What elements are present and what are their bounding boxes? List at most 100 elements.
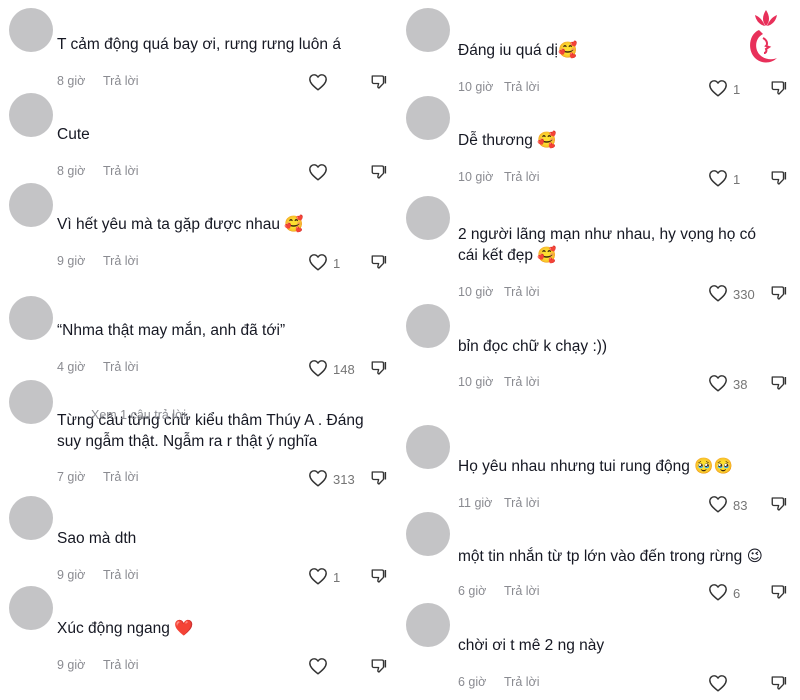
comment-text: chời ơi t mê 2 ng này [458, 637, 605, 654]
emoji: ❤️ [174, 619, 194, 637]
like-button[interactable]: 313 [308, 469, 355, 490]
like-button[interactable] [308, 657, 328, 678]
like-button[interactable]: 1 [308, 567, 340, 588]
avatar[interactable] [9, 496, 53, 540]
heart-outline-icon [308, 73, 328, 94]
comment-meta: 9 giờ Trả lời [57, 658, 139, 672]
emoji: 🥰 [284, 215, 304, 233]
heart-outline-icon [308, 359, 328, 380]
timestamp: 10 giờ [458, 375, 494, 389]
like-count: 1 [733, 172, 741, 187]
avatar[interactable] [406, 603, 450, 647]
like-count: 6 [733, 586, 741, 601]
reply-button[interactable]: Trả lời [504, 496, 540, 510]
comment-meta: 9 giờ Trả lời [57, 254, 139, 268]
like-count: 38 [733, 377, 748, 392]
comment-column-left: T cảm động quá bay ơi, rưng rưng luôn á 8… [0, 0, 400, 700]
like-button[interactable]: 1 [708, 79, 740, 100]
like-button[interactable]: 1 [708, 169, 740, 190]
thumbs-down-outline-icon[interactable] [770, 374, 788, 392]
avatar[interactable] [9, 380, 53, 424]
like-button[interactable]: 38 [708, 374, 747, 395]
heart-outline-icon [708, 284, 728, 305]
like-button[interactable]: 148 [308, 359, 355, 380]
comment-text: “Nhma thật may mắn, anh đã tới” [57, 322, 286, 339]
timestamp: 10 giờ [458, 285, 494, 299]
avatar[interactable] [406, 196, 450, 240]
thumbs-down-outline-icon[interactable] [770, 169, 788, 187]
avatar[interactable] [406, 8, 450, 52]
comment-text: Xúc động ngang ❤️ [57, 619, 194, 637]
comment-text: một tin nhắn từ tp lớn vào đến trong rừn… [458, 547, 763, 565]
reply-button[interactable]: Trả lời [103, 360, 139, 374]
reply-button[interactable]: Trả lời [504, 375, 540, 389]
avatar[interactable] [406, 96, 450, 140]
comment-text: Cute [57, 126, 90, 143]
comment-text: Dễ thương 🥰 [458, 131, 557, 149]
heart-outline-icon [308, 469, 328, 490]
like-button[interactable] [308, 163, 328, 184]
like-button[interactable] [708, 674, 728, 695]
thumbs-down-outline-icon[interactable] [370, 657, 388, 675]
avatar[interactable] [9, 8, 53, 52]
like-button[interactable]: 6 [708, 583, 740, 604]
comment-meta: 11 giờ Trả lời [458, 496, 540, 510]
thumbs-down-outline-icon[interactable] [370, 163, 388, 181]
thumbs-down-outline-icon[interactable] [770, 583, 788, 601]
thumbs-down-outline-icon[interactable] [370, 253, 388, 271]
heart-outline-icon [708, 495, 728, 516]
thumbs-down-outline-icon[interactable] [370, 359, 388, 377]
reply-button[interactable]: Trả lời [103, 164, 139, 178]
comment-text: 2 người lãng mạn như nhau, hy vọng họ có… [458, 226, 757, 264]
timestamp: 6 giờ [458, 584, 487, 598]
like-count: 1 [333, 570, 341, 585]
heart-outline-icon [708, 583, 728, 604]
reply-button[interactable]: Trả lời [103, 568, 139, 582]
timestamp: 8 giờ [57, 74, 86, 88]
reply-button[interactable]: Trả lời [504, 170, 540, 184]
comment-meta: 6 giờ Trả lời [458, 584, 540, 598]
reply-button[interactable]: Trả lời [504, 675, 540, 689]
heart-outline-icon [708, 374, 728, 395]
avatar[interactable] [9, 183, 53, 227]
thumbs-down-outline-icon[interactable] [770, 674, 788, 692]
comment-meta: 10 giờ Trả lời [458, 170, 540, 184]
avatar[interactable] [9, 586, 53, 630]
avatar[interactable] [406, 425, 450, 469]
like-button[interactable] [308, 73, 328, 94]
emoji: 🥰 [537, 131, 557, 149]
avatar[interactable] [9, 93, 53, 137]
reply-button[interactable]: Trả lời [103, 74, 139, 88]
comment-text: Vì hết yêu mà ta gặp được nhau 🥰 [57, 215, 304, 233]
like-button[interactable]: 83 [708, 495, 747, 516]
timestamp: 10 giờ [458, 80, 494, 94]
thumbs-down-outline-icon[interactable] [370, 469, 388, 487]
reply-button[interactable]: Trả lời [103, 254, 139, 268]
reply-button[interactable]: Trả lời [504, 80, 540, 94]
thumbs-down-outline-icon[interactable] [370, 567, 388, 585]
view-replies-link[interactable]: Xem 1 câu trả lời [91, 408, 186, 422]
thumbs-down-outline-icon[interactable] [770, 284, 788, 302]
comment-meta: 9 giờ Trả lời [57, 568, 139, 582]
thumbs-down-outline-icon[interactable] [770, 79, 788, 97]
comment-text: Đáng iu quá dị🥰 [458, 41, 578, 59]
comment-meta: 7 giờ Trả lời [57, 470, 139, 484]
heart-outline-icon [308, 657, 328, 678]
reply-button[interactable]: Trả lời [504, 584, 540, 598]
like-button[interactable]: 1 [308, 253, 340, 274]
reply-button[interactable]: Trả lời [504, 285, 540, 299]
comment-meta: 6 giờ Trả lời [458, 675, 540, 689]
avatar[interactable] [406, 304, 450, 348]
emoji: 🥹🥹 [694, 457, 733, 475]
comment-meta: 10 giờ Trả lời [458, 285, 540, 299]
reply-button[interactable]: Trả lời [103, 658, 139, 672]
avatar[interactable] [406, 512, 450, 556]
avatar[interactable] [9, 296, 53, 340]
reply-button[interactable]: Trả lời [103, 470, 139, 484]
thumbs-down-outline-icon[interactable] [770, 495, 788, 513]
comment-text: Họ yêu nhau nhưng tui rung động 🥹🥹 [458, 457, 733, 475]
like-count: 148 [333, 362, 355, 377]
like-count: 313 [333, 472, 355, 487]
like-button[interactable]: 330 [708, 284, 755, 305]
thumbs-down-outline-icon[interactable] [370, 73, 388, 91]
